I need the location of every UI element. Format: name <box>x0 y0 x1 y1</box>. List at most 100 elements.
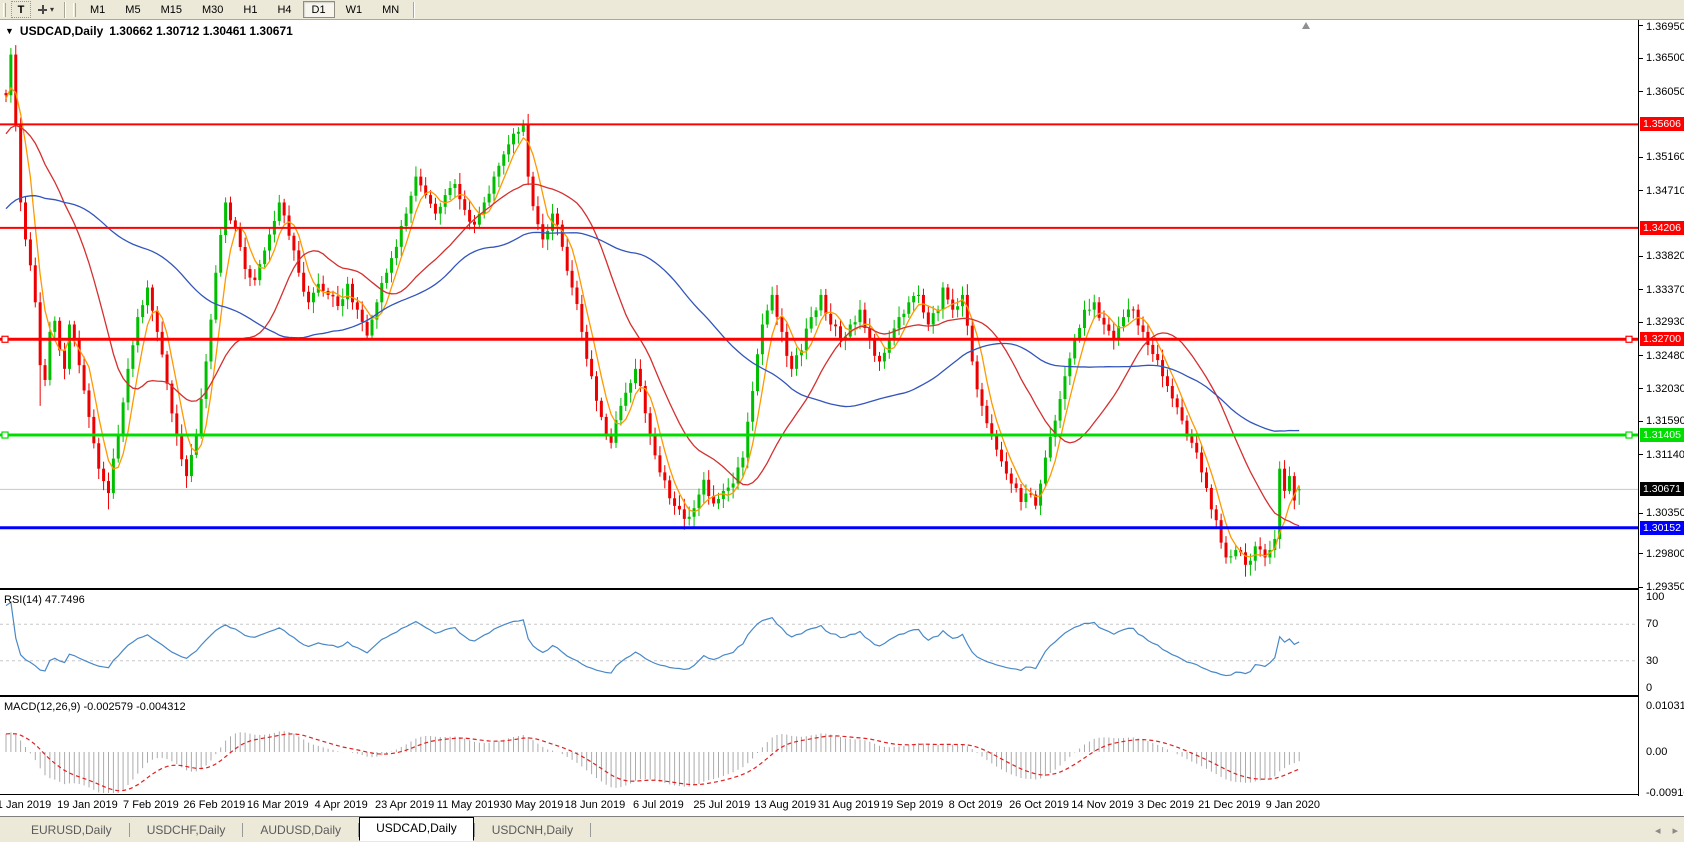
toolbar: T ▾ M1 M5 M15 M30 H1 H4 D1 W1 MN <box>0 0 1684 20</box>
price-tick-mark <box>1639 255 1643 257</box>
candlestick-chart-surface[interactable] <box>0 20 1638 588</box>
rsi-panel[interactable]: RSI(14) 47.7496 <box>0 592 1684 697</box>
date-tick-label: 16 Mar 2019 <box>246 799 309 811</box>
price-tick-mark <box>1639 289 1643 291</box>
date-tick-label: 18 Jun 2019 <box>564 799 626 811</box>
chart-tab-audusd[interactable]: AUDUSD,Daily <box>243 819 358 841</box>
date-tick-label: 7 Feb 2019 <box>123 799 179 811</box>
rsi-tick-label: 0 <box>1646 682 1653 694</box>
price-tick-label: 1.33820 <box>1646 250 1684 263</box>
timeframe-button-m30[interactable]: M30 <box>193 1 232 18</box>
toolbar-grip[interactable] <box>73 2 77 17</box>
chart-tab-bar: EURUSD,Daily USDCHF,Daily AUDUSD,Daily USDC… <box>0 816 1684 842</box>
symbol-period-label: USDCAD,Daily <box>19 24 104 38</box>
price-tick-mark <box>1639 454 1643 456</box>
macd-panel[interactable]: MACD(12,26,9) -0.002579 -0.004312 <box>0 699 1684 795</box>
chart-tab-usdcnh[interactable]: USDCNH,Daily <box>475 819 590 841</box>
toolbar-grip[interactable] <box>3 2 6 17</box>
dropdown-arrow-icon: ▾ <box>50 5 55 14</box>
price-level-label: 1.30152 <box>1640 520 1684 535</box>
tab-scroll-arrows: ◂ ▸ <box>1655 824 1678 837</box>
date-tick-label: 3 Dec 2019 <box>1137 799 1195 811</box>
scroll-tabs-right-icon[interactable]: ▸ <box>1672 824 1678 837</box>
timeframe-button-d1[interactable]: D1 <box>302 1 335 18</box>
date-tick-label: 6 Jul 2019 <box>633 799 684 811</box>
timeframe-button-h4[interactable]: H4 <box>268 1 300 18</box>
chart-tab-eurusd[interactable]: EURUSD,Daily <box>14 819 129 841</box>
date-tick-label: 23 Apr 2019 <box>374 799 435 811</box>
price-tick-mark <box>1639 553 1643 555</box>
price-tick-mark <box>1639 321 1643 323</box>
price-tick-label: 1.32480 <box>1646 349 1684 362</box>
price-tick-label: 1.29800 <box>1646 547 1684 560</box>
timeframe-button-h1[interactable]: H1 <box>234 1 266 18</box>
price-tick-mark <box>1639 512 1643 514</box>
price-tick-label: 1.34710 <box>1646 184 1684 197</box>
timeframe-button-w1[interactable]: W1 <box>337 1 372 18</box>
timeframe-button-mn[interactable]: MN <box>373 1 408 18</box>
price-tick-mark <box>1639 57 1643 59</box>
price-tick-mark <box>1639 156 1643 158</box>
chart-tab-usdcad[interactable]: USDCAD,Daily <box>359 817 474 841</box>
price-tick-mark <box>1639 355 1643 357</box>
price-tick-label: 1.33370 <box>1646 283 1684 296</box>
date-tick-label: 30 May 2019 <box>499 799 564 811</box>
chart-title: ▼ USDCAD,Daily 1.30662 1.30712 1.30461 1… <box>5 24 293 38</box>
macd-tick-label: 0.00 <box>1646 746 1668 758</box>
price-tick-mark <box>1639 24 1643 26</box>
price-tick-label: 1.35160 <box>1646 151 1684 164</box>
date-tick-label: 21 Dec 2019 <box>1198 799 1261 811</box>
tab-divider <box>590 823 592 837</box>
price-level-label: 1.34206 <box>1640 220 1684 235</box>
ohlc-values: 1.30662 1.30712 1.30461 1.30671 <box>109 24 293 38</box>
date-tick-label: 19 Sep 2019 <box>880 799 944 811</box>
date-tick-label: 9 Jan 2020 <box>1265 799 1321 811</box>
scroll-tabs-left-icon[interactable]: ◂ <box>1655 824 1661 837</box>
rsi-tick-label: 70 <box>1646 618 1659 631</box>
price-level-label: 1.35606 <box>1640 117 1684 132</box>
price-tick-label: 1.31590 <box>1646 415 1684 428</box>
date-tick-label: 8 Oct 2019 <box>948 799 1003 811</box>
date-tick-label: 26 Oct 2019 <box>1009 799 1069 811</box>
price-tick-label: 1.36500 <box>1646 52 1684 65</box>
price-tick-mark <box>1639 91 1643 93</box>
date-tick-label: 11 May 2019 <box>436 799 500 811</box>
date-tick-label: 26 Feb 2019 <box>183 799 246 811</box>
price-tick-mark <box>1639 190 1643 192</box>
price-tick-label: 1.32930 <box>1646 316 1684 329</box>
crosshair-icon <box>38 5 47 14</box>
text-tool-button[interactable]: T <box>11 1 31 18</box>
price-tick-mark <box>1639 388 1643 390</box>
price-tick-label: 1.36950 <box>1646 21 1684 33</box>
price-level-label: 1.30671 <box>1640 482 1684 497</box>
macd-indicator-label: MACD(12,26,9) -0.002579 -0.004312 <box>4 701 186 713</box>
date-tick-label: 14 Nov 2019 <box>1071 799 1134 811</box>
date-tick-label: 13 Aug 2019 <box>754 799 817 811</box>
price-level-label: 1.32700 <box>1640 332 1684 347</box>
toolbar-separator <box>64 1 67 18</box>
timeframe-button-m1[interactable]: M1 <box>81 1 114 18</box>
terminal-window: T ▾ M1 M5 M15 M30 H1 H4 D1 W1 MN ▼ USDCAD,Daily … <box>0 0 1684 842</box>
date-tick-label: 19 Jan 2019 <box>57 799 118 811</box>
crosshair-tool-button[interactable]: ▾ <box>34 1 58 18</box>
price-tick-label: 1.30350 <box>1646 507 1684 520</box>
macd-tick-label: 0.010314 <box>1646 699 1684 712</box>
rsi-chart-surface[interactable] <box>0 592 1638 697</box>
date-tick-label: 31 Aug 2019 <box>817 799 880 811</box>
timeframe-group: M1 M5 M15 M30 H1 H4 D1 W1 MN <box>80 1 409 18</box>
timeframe-button-m5[interactable]: M5 <box>116 1 149 18</box>
price-axis[interactable]: 1.36950 1.36500 1.36050 1.35160 1.34710 1.338… <box>1638 20 1684 799</box>
date-axis[interactable]: 1 Jan 2019 19 Jan 2019 7 Feb 2019 26 Feb 20… <box>0 796 1684 816</box>
toolbar-separator <box>413 1 416 18</box>
chart-tab-usdchf[interactable]: USDCHF,Daily <box>130 819 243 841</box>
timeframe-button-m15[interactable]: M15 <box>152 1 191 18</box>
price-tick-label: 1.31140 <box>1646 448 1684 461</box>
macd-chart-surface[interactable] <box>0 699 1638 795</box>
main-chart-panel[interactable]: ▼ USDCAD,Daily 1.30662 1.30712 1.30461 1… <box>0 20 1684 590</box>
macd-tick-label: -0.009166 <box>1646 786 1684 799</box>
price-tick-mark <box>1639 586 1643 588</box>
date-tick-label: 1 Jan 2019 <box>0 799 52 811</box>
collapse-chart-icon[interactable]: ▼ <box>5 26 14 36</box>
rsi-tick-label: 30 <box>1646 654 1659 667</box>
price-tick-mark <box>1639 420 1643 422</box>
